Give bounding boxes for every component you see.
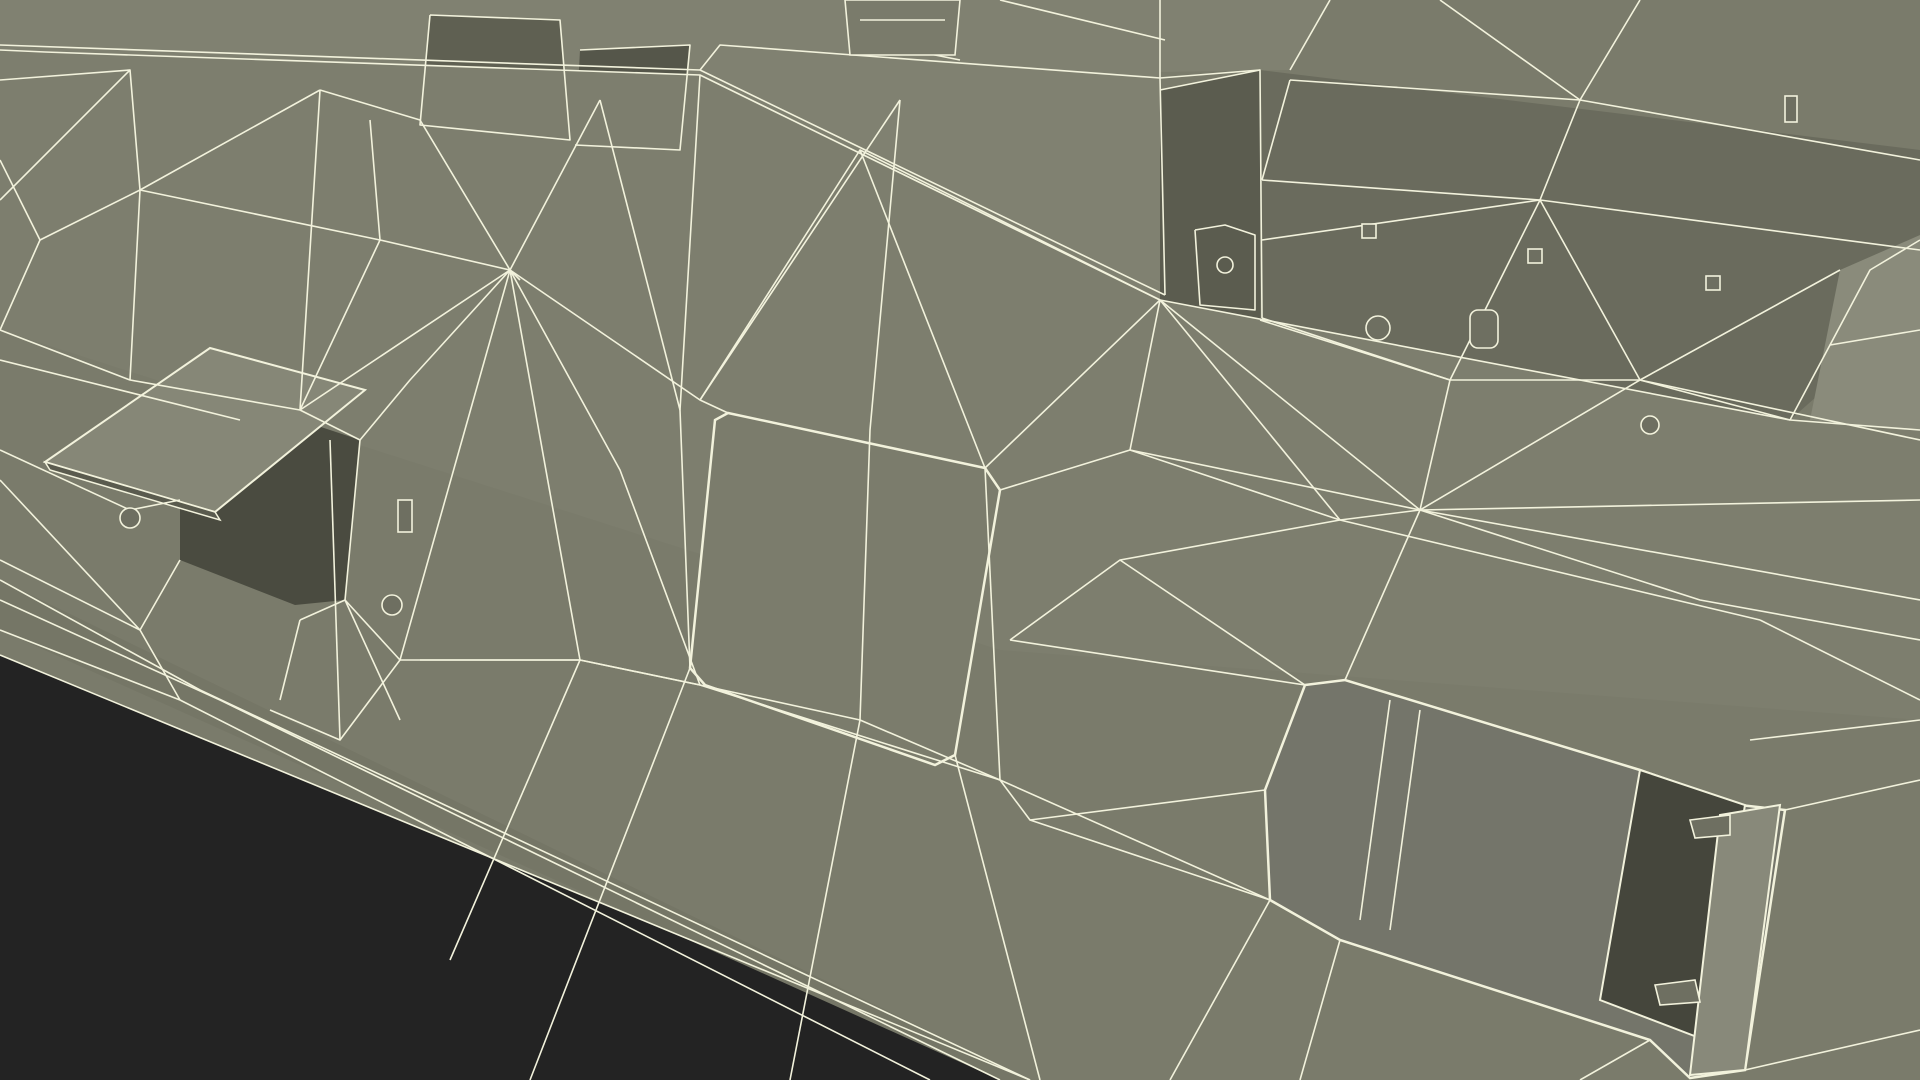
mast-base xyxy=(844,0,961,56)
bollard xyxy=(1365,315,1391,341)
deck-well-shadow xyxy=(1160,70,1260,320)
hatch-latch xyxy=(397,499,413,533)
wall-mark-3 xyxy=(1705,275,1721,291)
wireframe-scene xyxy=(0,0,1920,1080)
cleat-lower xyxy=(1654,979,1701,1006)
hinge-right xyxy=(381,594,403,616)
hinge-left xyxy=(119,507,141,529)
cleat-upper xyxy=(1688,814,1731,839)
winch xyxy=(1469,309,1499,349)
wall-mark-1 xyxy=(1361,223,1377,239)
wall-mark-2 xyxy=(1527,248,1543,264)
wall-mark-4 xyxy=(1784,95,1798,123)
fitting-knob xyxy=(1640,415,1660,435)
